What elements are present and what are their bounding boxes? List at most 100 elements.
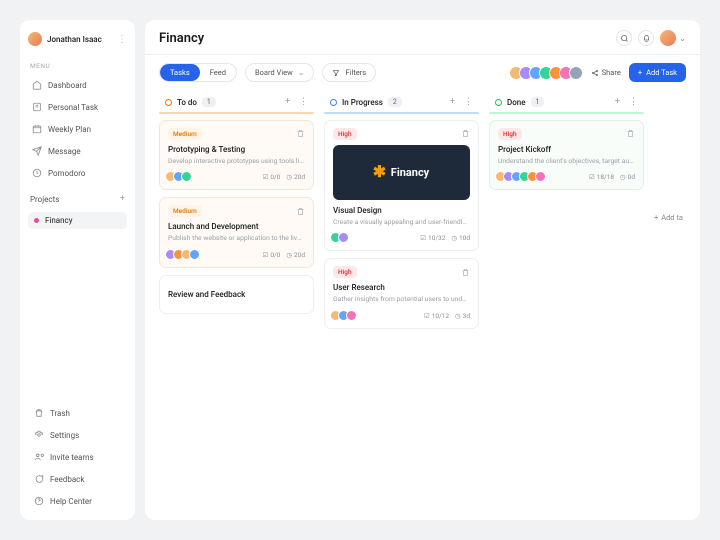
assignees	[498, 171, 546, 182]
nav-help[interactable]: Help Center	[28, 492, 127, 510]
help-icon	[34, 496, 44, 506]
tab-tasks[interactable]: Tasks	[160, 64, 200, 81]
menu-label: MENU	[30, 62, 127, 70]
priority-badge: High	[333, 128, 357, 140]
calendar-icon	[32, 124, 42, 134]
task-icon	[32, 102, 42, 112]
assignees	[168, 171, 192, 182]
filters-button[interactable]: Filters	[322, 63, 376, 82]
nav-feedback[interactable]: Feedback	[28, 470, 127, 488]
priority-badge: High	[498, 128, 522, 140]
user-avatar	[28, 32, 42, 46]
chat-icon	[34, 474, 44, 484]
add-card-icon[interactable]: +	[615, 97, 620, 107]
column-done: Done 1 + ⋮ High Project Kickoff Understa…	[489, 92, 644, 336]
kanban-board: To do 1 + ⋮ Medium Prototyping & Testing…	[159, 92, 686, 336]
notifications-button[interactable]	[638, 30, 654, 46]
column-in-progress: In Progress 2 + ⋮ High Financy Visual De…	[324, 92, 479, 336]
task-card[interactable]: Medium Launch and Development Publish th…	[159, 197, 314, 268]
plus-icon: +	[638, 68, 642, 77]
card-title: Launch and Development	[168, 222, 305, 231]
add-task-button[interactable]: + Add Task	[629, 63, 686, 82]
card-desc: Develop interactive prototypes using too…	[168, 157, 305, 166]
nav-personal-task[interactable]: Personal Task	[28, 98, 127, 116]
delete-icon[interactable]	[296, 207, 305, 216]
card-title: Project Kickoff	[498, 145, 635, 154]
user-name: Jonathan Isaac	[47, 35, 112, 44]
card-cover: Financy	[333, 145, 470, 200]
sidebar: Jonathan Isaac ⋮ MENU Dashboard Personal…	[20, 20, 135, 520]
priority-badge: Medium	[168, 205, 202, 217]
card-title: Prototyping & Testing	[168, 145, 305, 154]
status-ring-icon	[165, 99, 172, 106]
assignees	[333, 232, 349, 243]
column-more-icon[interactable]: ⋮	[299, 97, 308, 107]
priority-badge: Medium	[168, 128, 202, 140]
column-more-icon[interactable]: ⋮	[464, 97, 473, 107]
logo-icon	[374, 166, 387, 179]
page-title: Financy	[159, 31, 204, 46]
user-card[interactable]: Jonathan Isaac ⋮	[28, 30, 127, 52]
task-card[interactable]: Medium Prototyping & Testing Develop int…	[159, 120, 314, 191]
task-card[interactable]: High Project Kickoff Understand the clie…	[489, 120, 644, 191]
delete-icon[interactable]	[626, 129, 635, 138]
view-selector[interactable]: Board View ⌄	[245, 63, 315, 82]
project-color-icon	[34, 218, 39, 223]
card-desc: Publish the website or application to th…	[168, 234, 305, 243]
card-title: Review and Feedback	[168, 290, 305, 299]
delete-icon[interactable]	[296, 129, 305, 138]
nav-pomodoro[interactable]: Pomodoro	[28, 164, 127, 182]
status-ring-icon	[330, 99, 337, 106]
gear-icon	[34, 430, 44, 440]
column-more-icon[interactable]: ⋮	[629, 97, 638, 107]
column-header: To do 1 + ⋮	[159, 92, 314, 112]
card-desc: Understand the client's objectives, targ…	[498, 157, 635, 166]
trash-icon	[34, 408, 44, 418]
card-desc: Create a visually appealing and user-fri…	[333, 218, 470, 227]
priority-badge: High	[333, 266, 357, 278]
nav-trash[interactable]: Trash	[28, 404, 127, 422]
time-stat: ◷ 20d	[286, 173, 305, 181]
add-column-button[interactable]: + Add ta	[654, 92, 683, 336]
card-title: Visual Design	[333, 206, 470, 215]
tab-switcher: Tasks Feed	[159, 63, 237, 82]
tab-feed[interactable]: Feed	[200, 64, 236, 81]
chevron-down-icon: ⌄	[679, 34, 686, 43]
member-avatars[interactable]	[513, 66, 583, 80]
project-financy[interactable]: Financy	[28, 212, 127, 229]
message-icon	[32, 146, 42, 156]
task-card[interactable]: High Financy Visual Design Create a visu…	[324, 120, 479, 252]
task-card[interactable]: High User Research Gather insights from …	[324, 258, 479, 329]
users-icon	[34, 452, 44, 462]
nav-dashboard[interactable]: Dashboard	[28, 76, 127, 94]
add-project-icon[interactable]: +	[120, 194, 125, 204]
home-icon	[32, 80, 42, 90]
nav-settings[interactable]: Settings	[28, 426, 127, 444]
subtask-stat: ☑ 0/0	[263, 173, 281, 181]
task-card[interactable]: Review and Feedback	[159, 275, 314, 314]
projects-header: Projects +	[28, 194, 127, 204]
add-card-icon[interactable]: +	[450, 97, 455, 107]
main-panel: Financy ⌄ Tasks Feed Board View ⌄	[145, 20, 700, 520]
nav-weekly-plan[interactable]: Weekly Plan	[28, 120, 127, 138]
plus-icon: +	[654, 213, 658, 222]
assignees	[333, 310, 357, 321]
delete-icon[interactable]	[461, 268, 470, 277]
topbar-avatar	[660, 30, 676, 46]
nav-invite[interactable]: Invite teams	[28, 448, 127, 466]
add-card-icon[interactable]: +	[285, 97, 290, 107]
chevron-down-icon: ⌄	[298, 68, 305, 77]
nav-message[interactable]: Message	[28, 142, 127, 160]
assignees	[168, 249, 200, 260]
more-icon[interactable]: ⋮	[117, 34, 127, 45]
column-todo: To do 1 + ⋮ Medium Prototyping & Testing…	[159, 92, 314, 336]
clock-icon	[32, 168, 42, 178]
share-button[interactable]: Share	[591, 68, 621, 77]
card-title: User Research	[333, 283, 470, 292]
toolbar: Tasks Feed Board View ⌄ Filters Share +	[159, 63, 686, 82]
search-button[interactable]	[616, 30, 632, 46]
share-icon	[591, 69, 599, 77]
status-ring-icon	[495, 99, 502, 106]
user-menu[interactable]: ⌄	[660, 30, 686, 46]
delete-icon[interactable]	[461, 129, 470, 138]
